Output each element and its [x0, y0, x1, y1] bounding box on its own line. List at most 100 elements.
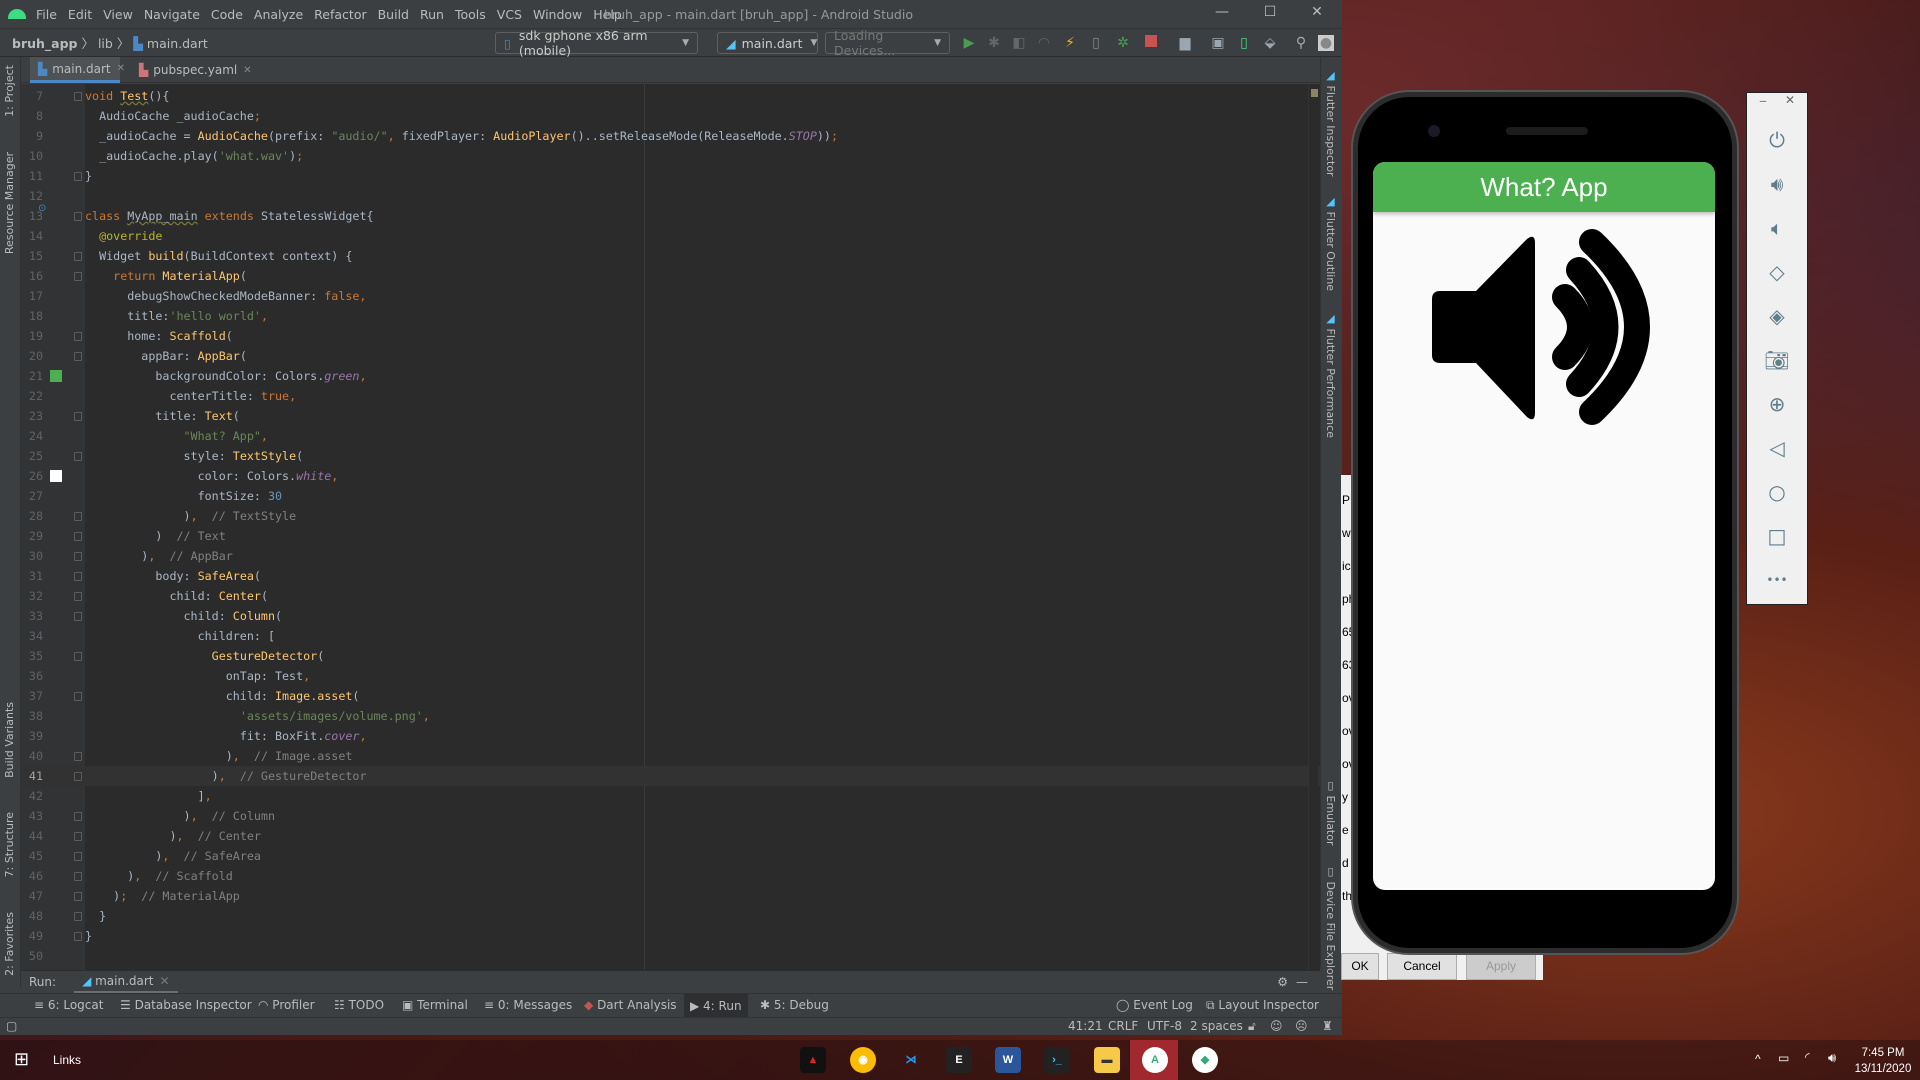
tool-build-variants[interactable]: Build Variants: [3, 702, 16, 778]
fold-marker-icon[interactable]: [74, 892, 82, 901]
tab-todo[interactable]: ☷ TODO: [334, 998, 384, 1012]
close-button[interactable]: ✕: [1307, 4, 1327, 20]
code-line[interactable]: 42 ],: [21, 786, 1320, 806]
battery-icon[interactable]: ▭: [1778, 1051, 1789, 1065]
menu-code[interactable]: Code: [211, 7, 243, 22]
code-line[interactable]: 7 void Test(){: [21, 86, 1320, 106]
fold-marker-icon[interactable]: [74, 332, 82, 341]
screenshot-icon[interactable]: 📷︎: [1747, 348, 1807, 372]
rotate-left-icon[interactable]: ◇: [1747, 260, 1807, 284]
fold-marker-icon[interactable]: [74, 552, 82, 561]
tab-profiler[interactable]: ◠ Profiler: [258, 998, 315, 1012]
overview-icon[interactable]: □: [1747, 524, 1807, 548]
fold-marker-icon[interactable]: [74, 532, 82, 541]
run-icon[interactable]: ▶: [961, 35, 977, 51]
sad-face-icon[interactable]: ☹: [1295, 1019, 1308, 1033]
tool-resource-manager[interactable]: Resource Manager: [3, 152, 16, 254]
code-line[interactable]: 50: [21, 946, 1320, 966]
tab-dart-analysis[interactable]: ◆ Dart Analysis: [584, 998, 677, 1012]
menu-view[interactable]: View: [103, 7, 133, 22]
home-icon[interactable]: ○: [1747, 480, 1807, 504]
device-selector[interactable]: ▯ sdk gphone x86 arm (mobile) ▼: [495, 28, 698, 58]
wifi-icon[interactable]: ◜: [1805, 1050, 1810, 1064]
fold-marker-icon[interactable]: [74, 692, 82, 701]
fold-marker-icon[interactable]: [74, 352, 82, 361]
code-line[interactable]: 39 fit: BoxFit.cover,: [21, 726, 1320, 746]
code-line[interactable]: 37 child: Image.asset(: [21, 686, 1320, 706]
volume-icon[interactable]: 🔊︎: [1828, 1050, 1836, 1066]
volume-down-icon[interactable]: 🔈︎: [1747, 216, 1807, 240]
fold-marker-icon[interactable]: [74, 652, 82, 661]
tool-flutter-performance[interactable]: ◢ Flutter Performance: [1324, 312, 1337, 438]
code-line[interactable]: 38 'assets/images/volume.png',: [21, 706, 1320, 726]
tab-messages[interactable]: ≡ 0: Messages: [484, 998, 572, 1012]
code-line[interactable]: 9 _audioCache = AudioCache(prefix: "audi…: [21, 126, 1320, 146]
fold-marker-icon[interactable]: [74, 412, 82, 421]
attach-debugger-icon[interactable]: ✲: [1115, 35, 1131, 51]
code-line[interactable]: 8 AudioCache _audioCache;: [21, 106, 1320, 126]
ok-button[interactable]: OK: [1341, 953, 1379, 980]
fold-marker-icon[interactable]: [74, 772, 82, 781]
apply-button[interactable]: Apply: [1466, 953, 1536, 980]
tab-debug[interactable]: ✱ 5: Debug: [760, 998, 829, 1012]
more-icon[interactable]: •••: [1747, 568, 1807, 592]
chrome-icon[interactable]: ◉: [850, 1047, 876, 1073]
tab-layout-inspector[interactable]: ⧉ Layout Inspector: [1206, 998, 1319, 1013]
happy-face-icon[interactable]: ☺: [1270, 1019, 1283, 1033]
tab-pubspec-yaml[interactable]: ▙ pubspec.yaml ✕: [131, 57, 260, 83]
file-explorer-icon[interactable]: ▬: [1094, 1047, 1120, 1073]
code-editor[interactable]: 7 void Test(){8 AudioCache _audioCache; 9 …: [21, 84, 1320, 970]
code-line[interactable]: 31 body: SafeArea(: [21, 566, 1320, 586]
code-line[interactable]: 10 _audioCache.play('what.wav');: [21, 146, 1320, 166]
android-studio-alt-icon[interactable]: ◆: [1192, 1047, 1218, 1073]
code-line[interactable]: 13 class MyApp_main extends StatelessWidg…: [21, 206, 1320, 226]
breadcrumb-project[interactable]: bruh_app: [12, 36, 78, 51]
fold-marker-icon[interactable]: [74, 272, 82, 281]
hot-reload-icon[interactable]: ⚡: [1062, 35, 1078, 51]
hot-restart-icon[interactable]: ▯: [1088, 35, 1104, 51]
code-line[interactable]: 19 home: Scaffold(: [21, 326, 1320, 346]
code-line[interactable]: 47 ); // MaterialApp: [21, 886, 1320, 906]
close-icon[interactable]: ✕: [1785, 93, 1795, 107]
code-line[interactable]: 21 backgroundColor: Colors.green,: [21, 366, 1320, 386]
tab-terminal[interactable]: ▣ Terminal: [402, 998, 468, 1012]
inspector-icon[interactable]: ♜: [1322, 1019, 1333, 1033]
menu-run[interactable]: Run: [420, 7, 444, 22]
fold-marker-icon[interactable]: [74, 912, 82, 921]
coverage-icon[interactable]: ◧: [1011, 35, 1027, 51]
cancel-button[interactable]: Cancel: [1387, 953, 1457, 980]
tool-flutter-inspector[interactable]: ◢ Flutter Inspector: [1324, 69, 1337, 177]
code-line[interactable]: 18 title:'hello world',: [21, 306, 1320, 326]
stop-icon[interactable]: [1143, 35, 1159, 51]
code-line[interactable]: 41 ), // GestureDetector: [21, 766, 1320, 786]
search-icon[interactable]: ⚲: [1293, 35, 1309, 51]
code-line[interactable]: 27 fontSize: 30: [21, 486, 1320, 506]
code-line[interactable]: 36 onTap: Test,: [21, 666, 1320, 686]
code-line[interactable]: 46 ), // Scaffold: [21, 866, 1320, 886]
code-line[interactable]: 35 GestureDetector(: [21, 646, 1320, 666]
menu-edit[interactable]: Edit: [68, 7, 92, 22]
terminal-icon[interactable]: ›_: [1044, 1047, 1070, 1073]
fold-marker-icon[interactable]: [74, 872, 82, 881]
debug-icon[interactable]: ✱: [986, 35, 1002, 51]
color-swatch-icon[interactable]: [50, 470, 62, 482]
close-tab-icon[interactable]: ✕: [160, 974, 170, 988]
code-line[interactable]: 49}: [21, 926, 1320, 946]
code-line[interactable]: 25 style: TextStyle(: [21, 446, 1320, 466]
code-line[interactable]: 28 ), // TextStyle: [21, 506, 1320, 526]
back-icon[interactable]: ◁: [1747, 436, 1807, 460]
tab-database-inspector[interactable]: ☰ Database Inspector: [120, 998, 252, 1012]
file-encoding[interactable]: UTF-8: [1147, 1019, 1182, 1033]
menu-window[interactable]: Window: [533, 7, 582, 22]
breadcrumb-file[interactable]: main.dart: [147, 36, 208, 51]
tool-project[interactable]: 1: Project: [3, 65, 16, 117]
tool-flutter-outline[interactable]: ◢ Flutter Outline: [1324, 195, 1337, 291]
devices-selector[interactable]: Loading Devices... ▼: [825, 28, 950, 58]
code-line[interactable]: 15 Widget build(BuildContext context) {: [21, 246, 1320, 266]
fold-marker-icon[interactable]: [74, 452, 82, 461]
fold-marker-icon[interactable]: [74, 612, 82, 621]
code-line[interactable]: 43 ), // Column: [21, 806, 1320, 826]
fold-marker-icon[interactable]: [74, 812, 82, 821]
menu-vcs[interactable]: VCS: [497, 7, 522, 22]
tab-run[interactable]: ▶ 4: Run: [684, 994, 748, 1018]
